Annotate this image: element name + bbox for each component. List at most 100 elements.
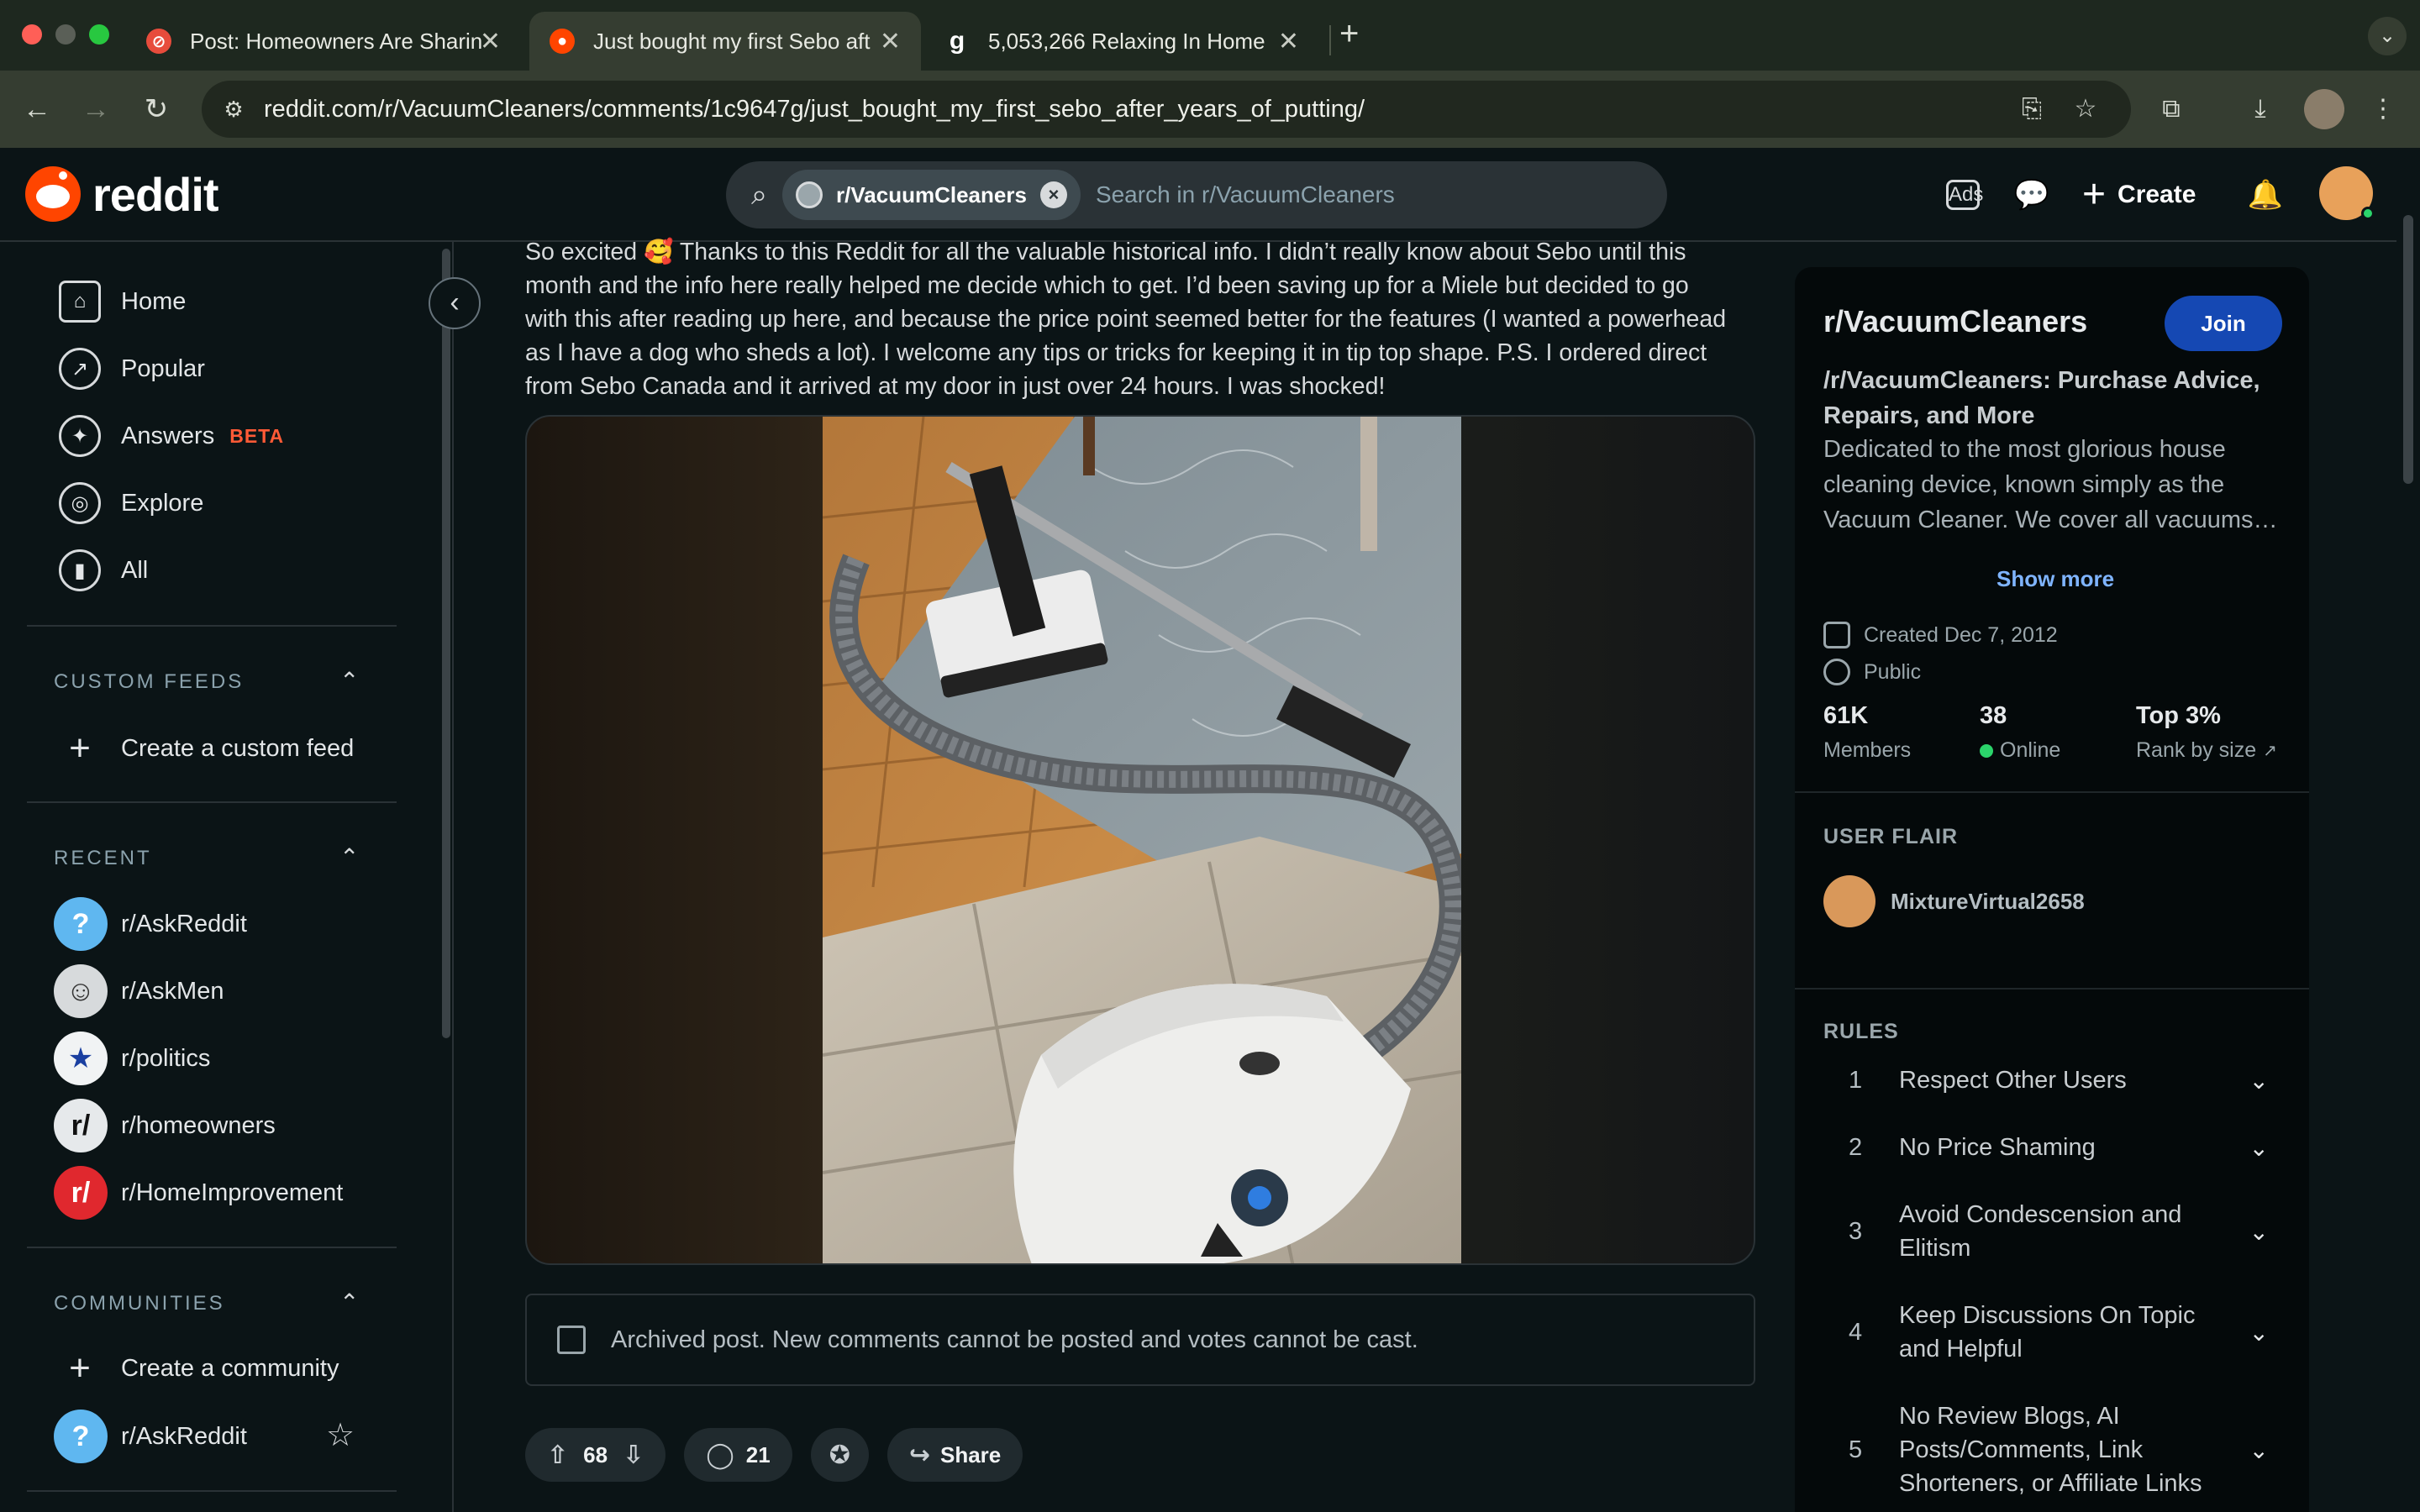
- back-arrow-icon[interactable]: ←: [18, 91, 55, 128]
- page-scrollbar[interactable]: [2396, 148, 2420, 1512]
- create-label: Create: [2118, 181, 2196, 208]
- browser-tab[interactable]: g 5,053,266 Relaxing In Home ✕: [924, 12, 1319, 71]
- community-label: r/homeowners: [121, 1111, 276, 1139]
- share-button[interactable]: ↪ Share: [886, 1428, 1023, 1482]
- divider: [27, 1247, 397, 1248]
- community-name[interactable]: r/VacuumCleaners: [1823, 304, 2087, 339]
- forward-arrow-icon[interactable]: →: [77, 91, 114, 128]
- sidebar-item-answers[interactable]: ✦ Answers BETA: [59, 415, 284, 457]
- close-tab-icon[interactable]: ✕: [1278, 27, 1299, 56]
- chevron-up-icon[interactable]: ⌃: [339, 667, 365, 694]
- rule-item[interactable]: 1 Respect Other Users ⌄: [1849, 1063, 2286, 1097]
- answers-icon: ✦: [59, 415, 101, 457]
- tab-title: 5,053,266 Relaxing In Home: [988, 28, 1265, 54]
- custom-feeds-heading[interactable]: CUSTOM FEEDS: [54, 670, 244, 694]
- post-image-container[interactable]: [525, 415, 1755, 1265]
- maximize-window-button[interactable]: [89, 24, 109, 45]
- install-app-icon[interactable]: ⎘: [2013, 91, 2050, 128]
- chevron-down-icon[interactable]: ⌄: [2235, 1319, 2269, 1347]
- scrollbar-thumb[interactable]: [2403, 215, 2413, 484]
- notifications-bell-icon[interactable]: 🔔: [2247, 176, 2284, 213]
- sidebar-item-askmen[interactable]: ☺ r/AskMen: [54, 964, 224, 1018]
- sidebar-item-askreddit[interactable]: ? r/AskReddit: [54, 897, 247, 951]
- new-tab-button[interactable]: +: [1339, 15, 1359, 53]
- join-button[interactable]: Join: [2165, 296, 2282, 351]
- profile-avatar[interactable]: [2304, 89, 2344, 129]
- close-tab-icon[interactable]: ✕: [480, 27, 501, 56]
- visibility-text: Public: [1864, 659, 1922, 684]
- vote-control: ⇧ 68 ⇩: [525, 1428, 666, 1482]
- browser-tab-active[interactable]: ● Just bought my first Sebo aft ✕: [529, 12, 921, 71]
- search-input[interactable]: Search in r/VacuumCleaners: [1096, 181, 1395, 208]
- sidebar-item-askreddit-community[interactable]: ? r/AskReddit: [54, 1410, 247, 1463]
- rule-number: 1: [1849, 1066, 1863, 1094]
- sidebar-item-home[interactable]: ⌂ Home: [59, 281, 186, 323]
- favorite-star-icon[interactable]: ☆: [326, 1416, 355, 1454]
- search-scope-chip[interactable]: r/VacuumCleaners ×: [782, 170, 1081, 220]
- rule-item[interactable]: 5 No Review Blogs, AI Posts/Comments, Li…: [1849, 1399, 2286, 1500]
- chevron-up-icon[interactable]: ⌃: [339, 843, 365, 870]
- members-count: 61K: [1823, 702, 1869, 729]
- post-body-text: So excited 🥰 Thanks to this Reddit for a…: [525, 239, 1727, 400]
- bookmark-star-icon[interactable]: ☆: [2067, 91, 2104, 128]
- chevron-down-icon[interactable]: ⌄: [2235, 1134, 2269, 1162]
- user-avatar[interactable]: [2319, 166, 2375, 220]
- sidebar-item-homeimprovement[interactable]: r/ r/HomeImprovement: [54, 1166, 343, 1220]
- online-label: Online: [2000, 738, 2061, 762]
- nav-label: Explore: [121, 489, 204, 517]
- reload-icon[interactable]: ↻: [138, 91, 175, 128]
- user-flair[interactable]: MixtureVirtual2658: [1823, 875, 2085, 927]
- rule-item[interactable]: 3 Avoid Condescension and Elitism ⌄: [1849, 1198, 2286, 1265]
- award-button[interactable]: ✪: [810, 1428, 869, 1482]
- homeowners-icon: r/: [54, 1099, 108, 1152]
- browser-tab[interactable]: ⊘ Post: Homeowners Are Sharin ✕: [126, 12, 521, 71]
- clear-chip-icon[interactable]: ×: [1039, 181, 1067, 208]
- community-sidebar: r/VacuumCleaners Join /r/VacuumCleaners:…: [1795, 267, 2309, 1512]
- sidebar-scrollbar[interactable]: [442, 249, 450, 1038]
- archived-text: Archived post. New comments cannot be po…: [611, 1326, 1418, 1353]
- close-window-button[interactable]: [22, 24, 42, 45]
- chevron-down-icon[interactable]: ⌄: [2235, 1436, 2269, 1464]
- more-menu-icon[interactable]: ⋮: [2365, 91, 2402, 128]
- address-bar[interactable]: ⚙ reddit.com/r/VacuumCleaners/comments/1…: [202, 81, 2131, 138]
- sidebar-item-popular[interactable]: ↗ Popular: [59, 348, 205, 390]
- site-settings-icon[interactable]: ⚙: [217, 92, 250, 126]
- collapse-sidebar-button[interactable]: ‹: [429, 277, 481, 329]
- sidebar-item-all[interactable]: ▮ All: [59, 549, 148, 591]
- create-post-button[interactable]: + Create: [2082, 171, 2196, 218]
- close-tab-icon[interactable]: ✕: [880, 27, 901, 56]
- show-more-button[interactable]: Show more: [1996, 566, 2114, 592]
- sidebar-item-explore[interactable]: ◎ Explore: [59, 482, 203, 524]
- reddit-logo[interactable]: reddit: [25, 166, 219, 222]
- advertise-icon[interactable]: Ads: [1946, 180, 1983, 210]
- minimize-window-button[interactable]: [55, 24, 76, 45]
- chat-icon[interactable]: 💬: [2013, 176, 2050, 213]
- downvote-icon[interactable]: ⇩: [623, 1441, 644, 1470]
- browser-tab-bar: ⊘ Post: Homeowners Are Sharin ✕ ● Just b…: [0, 0, 2420, 71]
- upvote-icon[interactable]: ⇧: [547, 1441, 568, 1470]
- sidebar-item-politics[interactable]: ★ r/politics: [54, 1032, 210, 1085]
- nav-label: Answers: [121, 422, 215, 449]
- comments-button[interactable]: ◯ 21: [684, 1428, 792, 1482]
- communities-heading[interactable]: COMMUNITIES: [54, 1292, 225, 1315]
- create-community-button[interactable]: + Create a community: [59, 1347, 339, 1389]
- archived-notice: Archived post. New comments cannot be po…: [525, 1294, 1755, 1386]
- tab-search-chevron-icon[interactable]: ⌄: [2368, 17, 2407, 55]
- rule-number: 5: [1849, 1436, 1863, 1463]
- search-bar[interactable]: ⌕ r/VacuumCleaners × Search in r/VacuumC…: [726, 161, 1667, 228]
- download-icon[interactable]: ⤓: [2242, 91, 2279, 128]
- nav-label: All: [121, 556, 149, 584]
- chevron-up-icon[interactable]: ⌃: [339, 1289, 365, 1315]
- no-entry-icon: ⊘: [146, 29, 171, 54]
- url-text[interactable]: reddit.com/r/VacuumCleaners/comments/1c9…: [264, 96, 1365, 123]
- recent-heading[interactable]: RECENT: [54, 847, 152, 870]
- askmen-icon: ☺: [54, 964, 108, 1018]
- rule-item[interactable]: 2 No Price Shaming ⌄: [1849, 1131, 2286, 1164]
- chevron-down-icon[interactable]: ⌄: [2235, 1218, 2269, 1246]
- create-custom-feed-button[interactable]: + Create a custom feed: [59, 727, 354, 769]
- rule-item[interactable]: 4 Keep Discussions On Topic and Helpful …: [1849, 1299, 2286, 1366]
- extensions-icon[interactable]: ⧉: [2153, 91, 2190, 128]
- chevron-down-icon[interactable]: ⌄: [2235, 1067, 2269, 1095]
- rank-stat[interactable]: Top 3% Rank by size ↗: [2136, 702, 2277, 763]
- sidebar-item-homeowners[interactable]: r/ r/homeowners: [54, 1099, 276, 1152]
